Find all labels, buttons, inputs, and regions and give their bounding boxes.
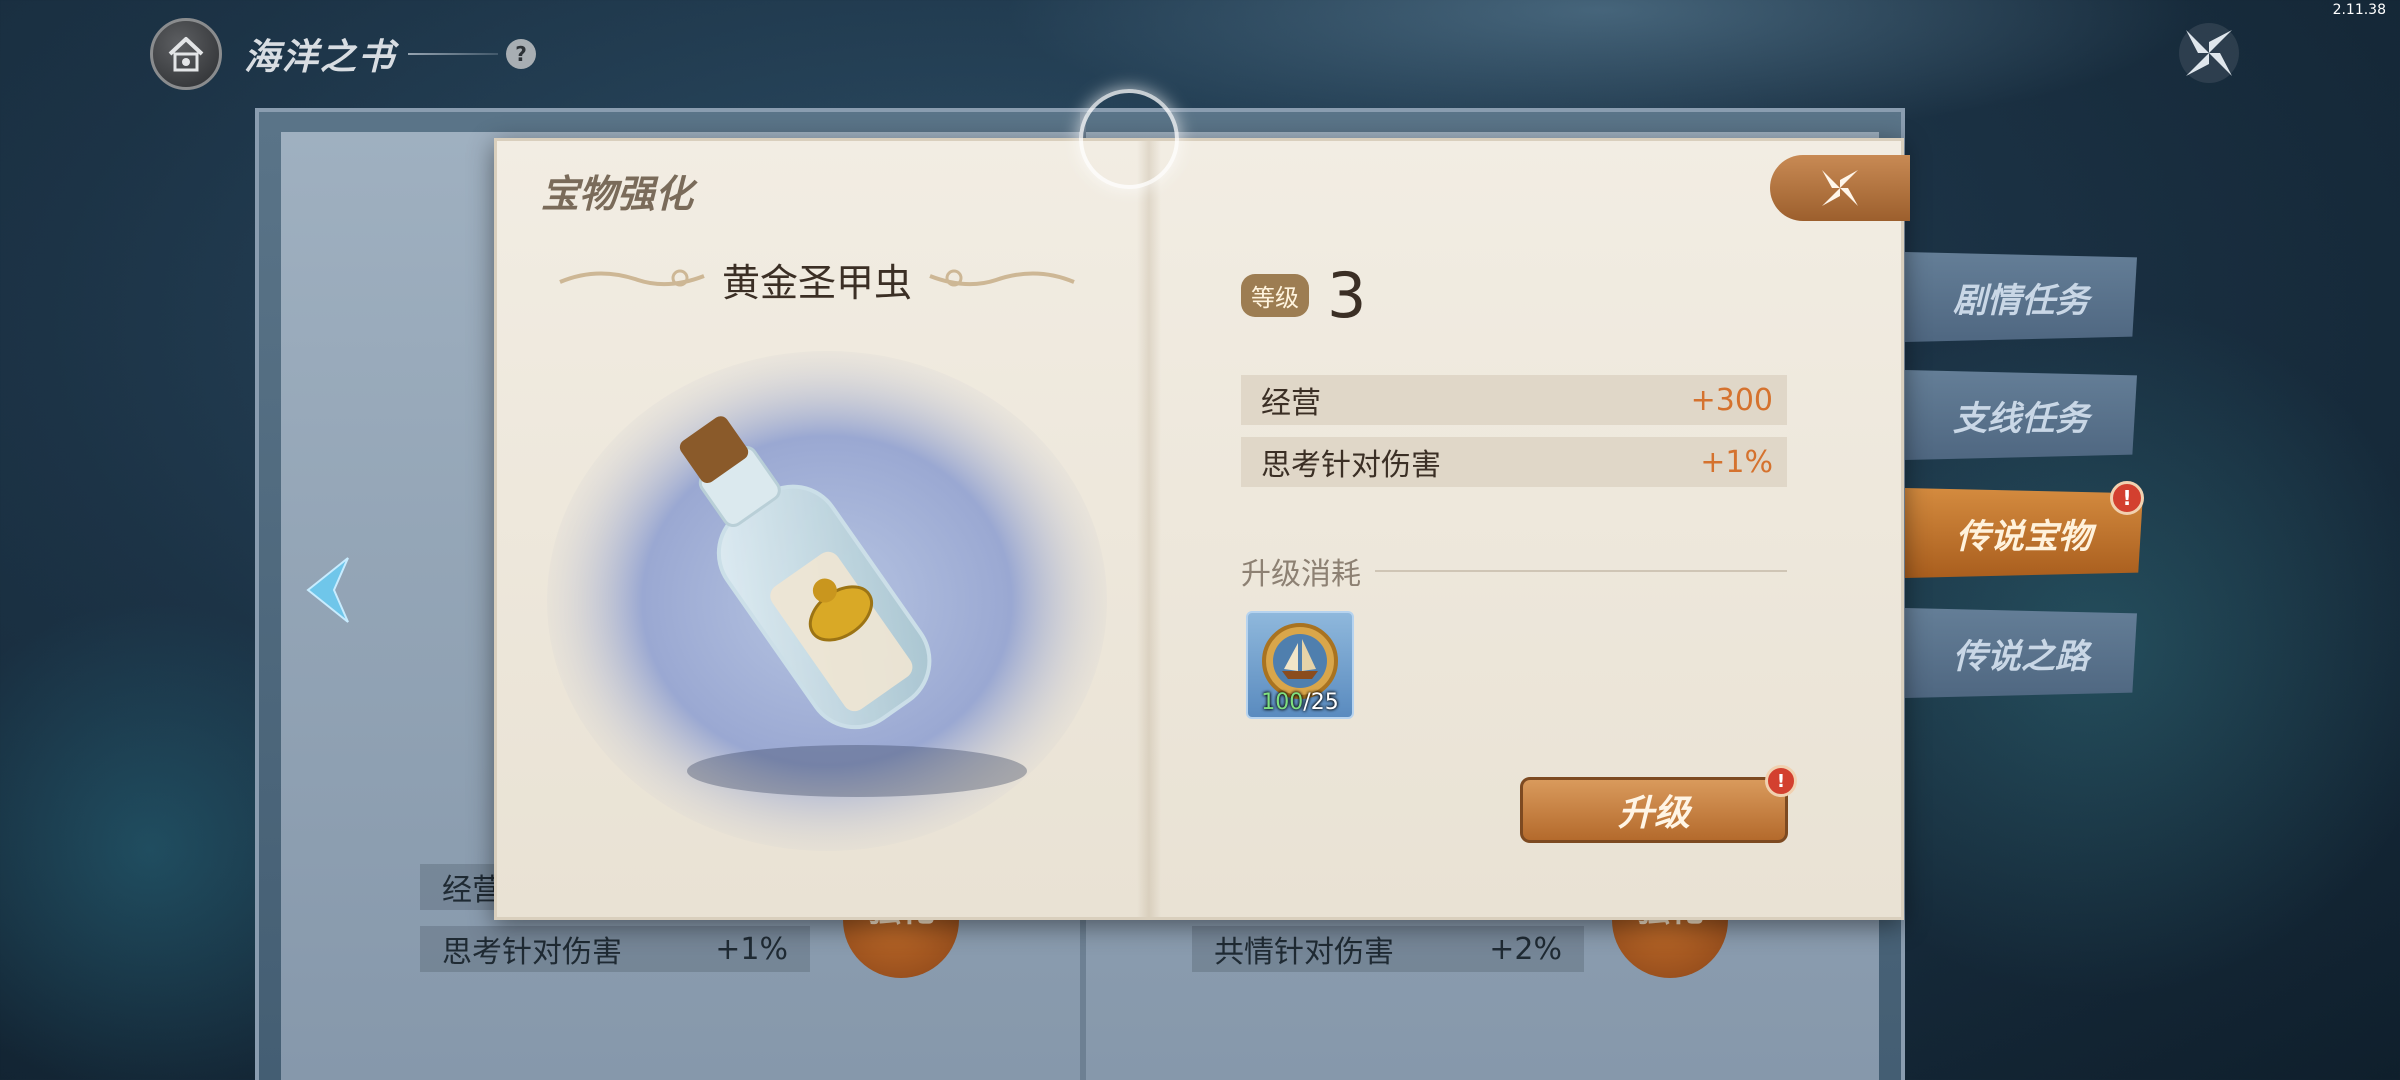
stat-name: 经营 — [442, 873, 502, 908]
close-icon — [2179, 23, 2239, 83]
stat-row: 经营 +300 — [1241, 375, 1787, 425]
divider — [1375, 570, 1787, 572]
flourish-right-icon — [929, 269, 1075, 287]
stat-value: +1% — [715, 931, 788, 967]
previous-page-button[interactable] — [298, 550, 358, 630]
upgrade-alert-badge: ! — [1765, 765, 1797, 797]
home-icon — [168, 37, 204, 72]
required-count: /25 — [1303, 690, 1339, 715]
upgrade-cost-label: 升级消耗 — [1241, 557, 1361, 592]
stat-name: 思考针对伤害 — [442, 935, 622, 970]
page-fold — [1137, 141, 1161, 917]
stat-name: 共情针对伤害 — [1214, 935, 1394, 970]
level-row: 等级 3 — [1241, 259, 1366, 332]
background-stat-row: 共情针对伤害 +2% — [1192, 926, 1584, 972]
level-value: 3 — [1327, 259, 1367, 332]
tab-legendary-treasures[interactable]: 传说宝物 — [1905, 488, 2143, 578]
cost-item-count: 100/25 — [1248, 690, 1352, 715]
tab-side-quests[interactable]: 支线任务 — [1905, 370, 2137, 460]
stat-row: 思考针对伤害 +1% — [1241, 437, 1787, 487]
level-badge: 等级 — [1241, 274, 1309, 317]
magic-seal-decoration — [1079, 89, 1179, 189]
top-bar: 海洋之书 ? — [150, 18, 537, 90]
chevron-left-icon — [306, 557, 349, 623]
close-book-button[interactable] — [2176, 20, 2242, 86]
item-name-banner: 黄金圣甲虫 — [557, 249, 1077, 309]
enhance-dialog: 宝物强化 黄金圣甲虫 等级 3 经营 +300 思考针对伤害 +1% 升级消耗 … — [494, 89, 1910, 920]
cost-item-slot[interactable]: 100/25 — [1246, 611, 1354, 719]
stat-name: 思考针对伤害 — [1261, 448, 1441, 483]
close-icon — [1822, 170, 1858, 206]
treasure-bottle-illustration — [547, 351, 1107, 851]
background-stat-row: 思考针对伤害 +1% — [420, 926, 810, 972]
version-label: 2.11.38 — [2332, 2, 2386, 18]
flourish-left-icon — [559, 269, 705, 287]
dialog-title: 宝物强化 — [541, 171, 694, 216]
upgrade-cost-header: 升级消耗 — [1241, 549, 1787, 593]
stat-name: 经营 — [1261, 386, 1321, 421]
stat-value: +1% — [1700, 444, 1773, 480]
tab-alert-badge: ! — [2110, 481, 2144, 515]
upgrade-button[interactable]: 升级 — [1520, 777, 1788, 843]
stat-value: +2% — [1489, 931, 1562, 967]
owned-count: 100 — [1261, 690, 1304, 715]
page-title: 海洋之书 — [244, 36, 397, 78]
item-name: 黄金圣甲虫 — [721, 260, 912, 305]
home-button[interactable] — [150, 18, 222, 90]
tab-legend-road[interactable]: 传说之路 — [1905, 608, 2137, 698]
title-divider — [408, 53, 499, 55]
tab-story-quests[interactable]: 剧情任务 — [1905, 252, 2137, 342]
dialog-close-button[interactable] — [1770, 155, 1910, 221]
stat-value: +300 — [1690, 382, 1773, 418]
help-button[interactable]: ? — [506, 39, 537, 69]
